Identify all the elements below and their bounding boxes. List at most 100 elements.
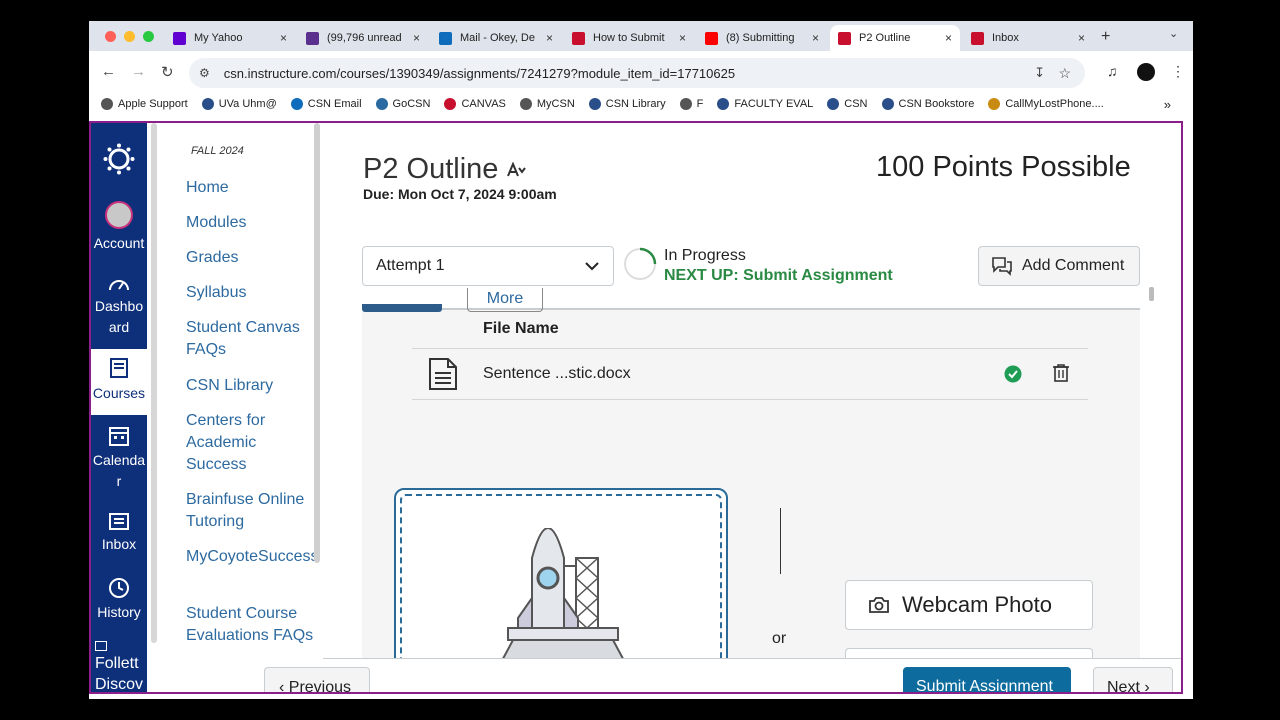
bookmark-item[interactable]: MyCSN bbox=[519, 98, 575, 110]
tab-more[interactable]: More bbox=[467, 288, 543, 312]
course-nav-item[interactable]: CSN Library bbox=[186, 375, 316, 397]
browser-tab[interactable]: (8) Submitting × bbox=[697, 25, 827, 51]
tab-favicon-icon bbox=[838, 31, 851, 45]
assignment-title: P2 Outline bbox=[363, 153, 527, 186]
browser-tab[interactable]: P2 Outline × bbox=[830, 25, 960, 51]
resize-handle[interactable] bbox=[1149, 287, 1154, 301]
course-nav-item[interactable]: Grades bbox=[186, 247, 316, 269]
forward-icon[interactable]: → bbox=[131, 63, 146, 80]
nav-courses[interactable]: Courses bbox=[91, 349, 147, 415]
bookmark-icon bbox=[101, 98, 113, 110]
close-tab-icon[interactable]: × bbox=[945, 31, 952, 45]
file-name-header: File Name bbox=[483, 320, 559, 337]
trash-icon[interactable] bbox=[1052, 363, 1070, 383]
course-nav-item[interactable]: Student Course Evaluations FAQs bbox=[186, 603, 316, 647]
course-nav-item[interactable]: Brainfuse Online Tutoring bbox=[186, 489, 316, 533]
nav-history[interactable]: History bbox=[91, 577, 147, 623]
browser-tab[interactable]: Inbox × bbox=[963, 25, 1093, 51]
add-comment-button[interactable]: Add Comment bbox=[978, 246, 1140, 286]
minimize-window-button[interactable] bbox=[124, 31, 135, 42]
close-tab-icon[interactable]: × bbox=[679, 31, 686, 45]
bookmark-label: CallMyLostPhone.... bbox=[1005, 98, 1104, 110]
close-tab-icon[interactable]: × bbox=[812, 31, 819, 45]
bookmark-label: CSN Library bbox=[605, 98, 666, 110]
course-nav-item[interactable]: Modules bbox=[186, 212, 316, 234]
profile-avatar[interactable] bbox=[1137, 63, 1155, 81]
bookmark-item[interactable]: CSN Email bbox=[290, 98, 362, 110]
tab-title: (8) Submitting bbox=[726, 32, 795, 44]
more-bookmarks-icon[interactable]: » bbox=[1164, 97, 1171, 112]
reload-icon[interactable]: ↻ bbox=[161, 63, 174, 81]
browser-tab[interactable]: My Yahoo × bbox=[165, 25, 295, 51]
bookmark-item[interactable]: FACULTY EVAL bbox=[717, 98, 813, 110]
file-drop-zone[interactable] bbox=[394, 488, 728, 686]
course-nav-item[interactable]: MyCoyoteSuccess bbox=[186, 546, 319, 568]
inbox-icon bbox=[109, 513, 129, 530]
browser-tab[interactable]: Mail - Okey, De × bbox=[431, 25, 561, 51]
browser-tab[interactable]: How to Submit × bbox=[564, 25, 694, 51]
course-nav-scrollbar[interactable] bbox=[314, 123, 320, 563]
site-info-icon[interactable]: ⚙ bbox=[199, 66, 210, 80]
bookmark-icon bbox=[881, 98, 894, 110]
bookmark-item[interactable]: CSN Bookstore bbox=[881, 98, 975, 110]
course-nav-item[interactable]: Home bbox=[186, 177, 316, 199]
bookmark-item[interactable]: GoCSN bbox=[375, 98, 430, 110]
tab-favicon-icon bbox=[572, 31, 585, 45]
tab-upload[interactable] bbox=[362, 304, 442, 312]
bookmark-icon bbox=[519, 98, 532, 110]
url-text[interactable]: csn.instructure.com/courses/1390349/assi… bbox=[224, 66, 735, 81]
bookmark-item[interactable]: Apple Support bbox=[101, 98, 188, 110]
attempt-select[interactable]: Attempt 1 bbox=[362, 246, 614, 286]
back-icon[interactable]: ← bbox=[101, 63, 116, 80]
close-tab-icon[interactable]: × bbox=[413, 31, 420, 45]
add-comment-label: Add Comment bbox=[1022, 257, 1125, 274]
close-window-button[interactable] bbox=[105, 31, 116, 42]
nav-account[interactable]: Account bbox=[91, 201, 147, 254]
immersive-reader-icon[interactable] bbox=[506, 161, 527, 178]
course-nav-item[interactable]: Centers for Academic Success bbox=[186, 410, 316, 476]
submit-label: Submit Assignment bbox=[916, 678, 1053, 694]
previous-button[interactable]: ‹ Previous bbox=[264, 667, 370, 692]
global-nav-scrollbar[interactable] bbox=[151, 123, 157, 643]
bookmark-label: CANVAS bbox=[461, 98, 506, 110]
bookmark-item[interactable]: CSN bbox=[827, 98, 868, 110]
tab-title: Mail - Okey, De bbox=[460, 32, 535, 44]
browser-tab[interactable]: (99,796 unread × bbox=[298, 25, 428, 51]
install-app-icon[interactable]: ↧ bbox=[1034, 65, 1045, 81]
zoom-window-button[interactable] bbox=[143, 31, 154, 42]
bookmark-label: CSN Bookstore bbox=[898, 98, 975, 110]
bookmark-label: F bbox=[696, 98, 704, 110]
bookmark-item[interactable]: UVa Uhm@ bbox=[201, 98, 277, 110]
or-label: or bbox=[772, 630, 787, 647]
bookmark-item[interactable]: F bbox=[679, 98, 704, 110]
address-bar[interactable]: ⚙ csn.instructure.com/courses/1390349/as… bbox=[189, 58, 1085, 88]
bookmark-item[interactable]: CSN Library bbox=[588, 98, 666, 110]
nav-dashboard[interactable]: Dashbo ard bbox=[91, 275, 147, 338]
nav-dashboard-label-1: Dashbo bbox=[94, 298, 144, 314]
assignment-title-text: P2 Outline bbox=[363, 153, 499, 185]
bookmark-item[interactable]: CANVAS bbox=[444, 98, 506, 110]
next-button[interactable]: Next › bbox=[1093, 667, 1173, 692]
close-tab-icon[interactable]: × bbox=[546, 31, 553, 45]
course-nav-item[interactable]: Student Canvas FAQs bbox=[186, 317, 316, 361]
media-controls-icon[interactable]: ♫ bbox=[1107, 63, 1118, 79]
nav-follett[interactable]: Follett Discov bbox=[91, 641, 147, 692]
browser-menu-icon[interactable]: ⋮ bbox=[1171, 63, 1185, 80]
divider-line bbox=[780, 508, 781, 574]
tab-search-icon[interactable]: ⌄ bbox=[1169, 27, 1178, 40]
course-nav-item[interactable]: Syllabus bbox=[186, 282, 316, 304]
bookmark-item[interactable]: CallMyLostPhone.... bbox=[988, 98, 1104, 110]
course-navigation: FALL 2024 Home Modules Grades Syllabus Stude… bbox=[161, 123, 319, 692]
close-tab-icon[interactable]: × bbox=[280, 31, 287, 45]
new-tab-button[interactable]: + bbox=[1101, 28, 1110, 46]
webcam-photo-button[interactable]: Webcam Photo bbox=[845, 580, 1093, 630]
broken-image-icon bbox=[95, 641, 107, 651]
nav-calendar[interactable]: Calenda r bbox=[91, 425, 147, 492]
canvas-logo-icon[interactable] bbox=[103, 143, 135, 175]
bookmark-star-icon[interactable]: ☆ bbox=[1058, 65, 1071, 82]
tab-favicon-icon bbox=[971, 31, 984, 45]
nav-inbox[interactable]: Inbox bbox=[91, 511, 147, 555]
submit-assignment-button[interactable]: Submit Assignment bbox=[903, 667, 1071, 694]
canvas-page: Account Dashbo ard Courses Calenda r Inb… bbox=[89, 121, 1183, 694]
close-tab-icon[interactable]: × bbox=[1078, 31, 1085, 45]
